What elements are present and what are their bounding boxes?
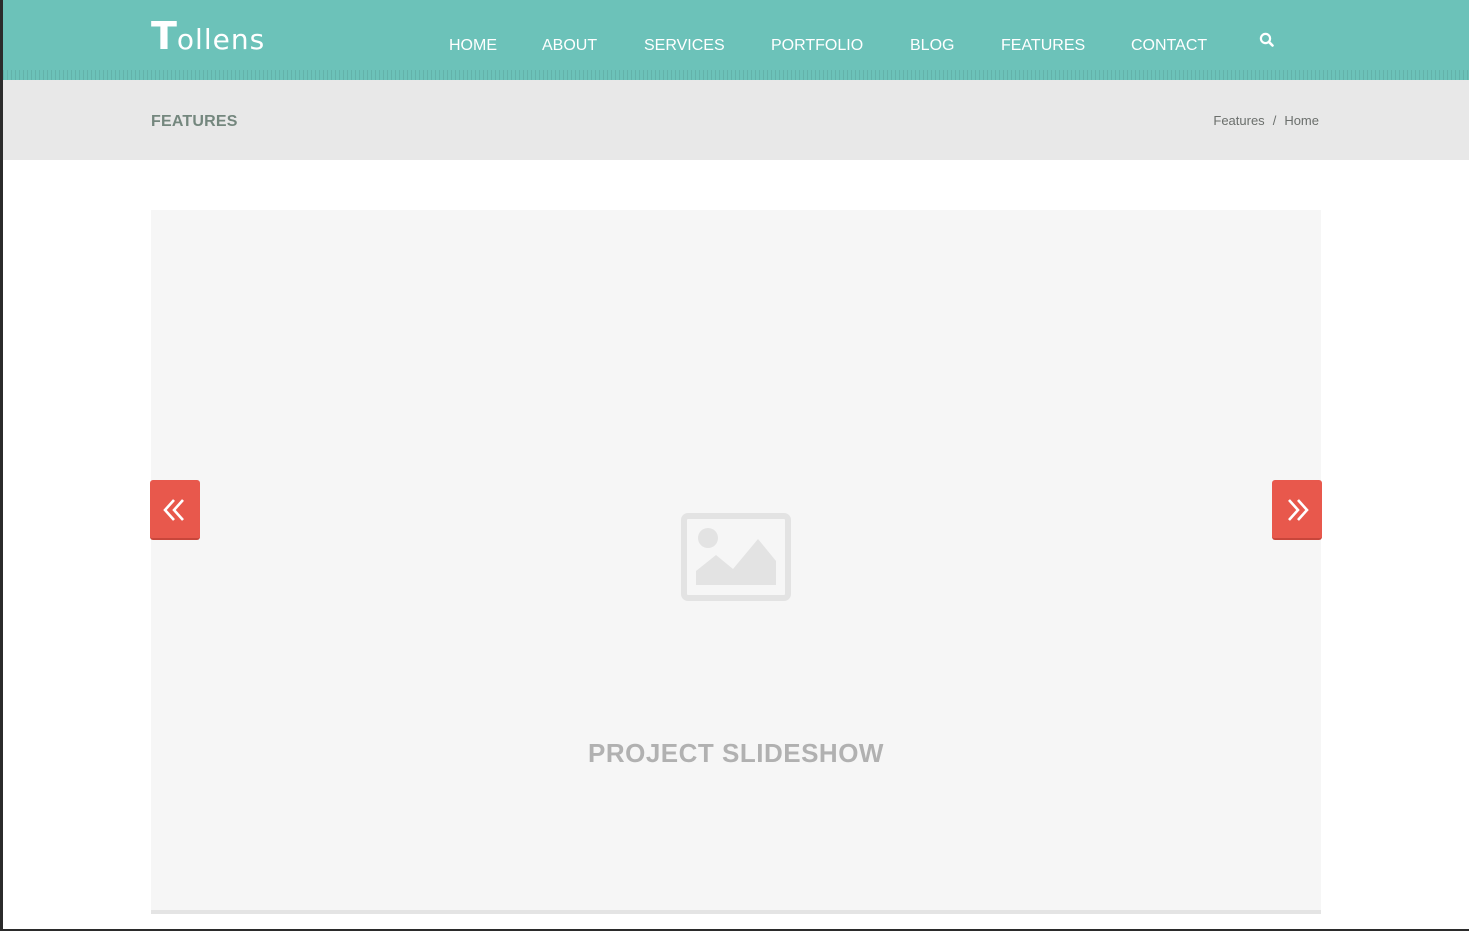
- main-nav: HOME ABOUT SERVICES PORTFOLIO BLOG FEATU…: [3, 36, 1469, 58]
- breadcrumb: Features / Home: [1213, 113, 1319, 128]
- nav-item-home[interactable]: HOME: [449, 36, 497, 56]
- header-pattern: [3, 70, 1469, 80]
- page-title-bar: FEATURES Features / Home: [3, 80, 1469, 160]
- slideshow-prev-button[interactable]: [150, 480, 200, 540]
- project-slideshow: PROJECT SLIDESHOW: [151, 210, 1321, 914]
- breadcrumb-separator: /: [1272, 113, 1277, 128]
- breadcrumb-item-home[interactable]: Home: [1284, 113, 1319, 128]
- slide-caption: PROJECT SLIDESHOW: [588, 738, 884, 768]
- site-header: Tollens HOME ABOUT SERVICES PORTFOLIO BL…: [3, 0, 1469, 80]
- nav-item-services[interactable]: SERVICES: [644, 36, 725, 56]
- image-placeholder-icon: [681, 513, 791, 601]
- nav-item-about[interactable]: ABOUT: [542, 36, 597, 56]
- breadcrumb-item-features[interactable]: Features: [1213, 113, 1264, 128]
- nav-item-features[interactable]: FEATURES: [1001, 36, 1085, 56]
- search-icon[interactable]: [1258, 31, 1276, 49]
- page-title: FEATURES: [151, 113, 238, 130]
- slideshow-next-button[interactable]: [1272, 480, 1322, 540]
- nav-item-portfolio[interactable]: PORTFOLIO: [771, 36, 863, 56]
- nav-item-blog[interactable]: BLOG: [910, 36, 954, 56]
- nav-item-contact[interactable]: CONTACT: [1131, 36, 1207, 56]
